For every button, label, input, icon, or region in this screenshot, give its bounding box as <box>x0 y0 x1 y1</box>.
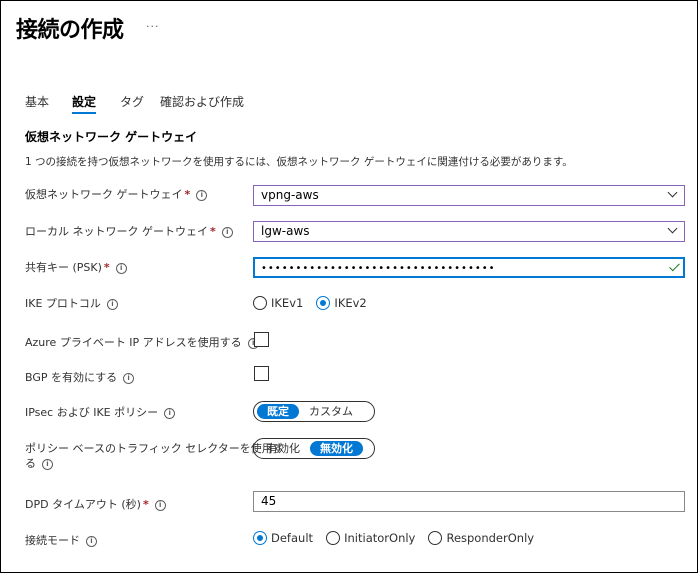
ipsec-policy-toggle: 既定 カスタム <box>253 401 375 422</box>
azure-private-ip-label: Azure プライベート IP アドレスを使用するi <box>25 335 259 350</box>
tab-basics[interactable]: 基本 <box>25 93 49 110</box>
mode-label-text: 接続モード <box>25 534 80 547</box>
mode-default-radio[interactable]: Default <box>253 527 313 546</box>
bgp-checkbox[interactable] <box>254 366 269 381</box>
policy-disable-option[interactable]: 無効化 <box>310 441 363 456</box>
mode-initiator-radio[interactable]: InitiatorOnly <box>326 527 415 546</box>
policy-selector-label-line1: ポリシー ベースのトラフィック セレクターを使用す <box>25 442 284 455</box>
dpd-label: DPD タイムアウト (秒) * i <box>25 497 166 512</box>
radio-circle-selected <box>316 295 331 310</box>
ike-v1-radio[interactable]: IKEv1 <box>253 292 303 311</box>
chevron-down-icon <box>667 223 678 234</box>
info-icon[interactable]: i <box>221 227 233 238</box>
psk-input[interactable]: •••••••••••••••••••••••••••••••••• <box>253 257 685 278</box>
radio-circle-selected <box>253 530 267 545</box>
info-icon[interactable]: i <box>154 500 166 511</box>
required-marker: * <box>184 188 191 201</box>
vng-value: vpng-aws <box>261 188 319 202</box>
info-icon[interactable]: i <box>164 408 176 419</box>
dpd-value: 45 <box>261 494 277 508</box>
mode-radio-group: Default InitiatorOnly ResponderOnly <box>253 527 542 545</box>
info-icon[interactable]: i <box>42 459 53 470</box>
policy-selector-label: ポリシー ベースのトラフィック セレクターを使用する i <box>25 441 284 471</box>
info-icon[interactable]: i <box>123 373 135 384</box>
ipsec-label: IPsec および IKE ポリシー i <box>25 405 176 420</box>
tab-review-create[interactable]: 確認および作成 <box>160 93 244 110</box>
required-marker: * <box>103 261 110 274</box>
required-marker: * <box>142 498 149 511</box>
lng-value: lgw-aws <box>261 224 310 238</box>
section-title: 仮想ネットワーク ゲートウェイ <box>25 130 198 144</box>
azure-private-ip-checkbox[interactable] <box>254 332 269 347</box>
vng-label: 仮想ネットワーク ゲートウェイ * i <box>25 187 208 202</box>
checkmark-icon <box>669 260 680 272</box>
radio-circle <box>428 530 443 545</box>
vng-label-text: 仮想ネットワーク ゲートウェイ <box>25 188 183 201</box>
radio-circle <box>326 530 341 545</box>
mode-default-label: Default <box>271 530 314 545</box>
ipsec-label-text: IPsec および IKE ポリシー <box>25 406 159 419</box>
psk-value: •••••••••••••••••••••••••••••••••• <box>261 263 496 274</box>
ike-v1-label: IKEv1 <box>271 295 304 310</box>
lng-label-text: ローカル ネットワーク ゲートウェイ <box>25 225 208 238</box>
ike-radio-group: IKEv1 IKEv2 <box>253 292 375 310</box>
lng-label: ローカル ネットワーク ゲートウェイ * i <box>25 224 233 239</box>
psk-label-text: 共有キー (PSK) <box>25 261 102 274</box>
dpd-label-text: DPD タイムアウト (秒) <box>25 498 141 511</box>
policy-selector-toggle: 有効化 無効化 <box>253 438 375 459</box>
required-marker: * <box>210 225 216 238</box>
ike-v2-radio[interactable]: IKEv2 <box>316 292 367 311</box>
mode-label: 接続モード i <box>25 533 97 548</box>
mode-responder-radio[interactable]: ResponderOnly <box>428 527 534 546</box>
ike-label-text: IKE プロトコル <box>25 297 101 310</box>
info-icon[interactable]: i <box>106 299 118 310</box>
vng-dropdown[interactable]: vpng-aws <box>253 185 685 206</box>
ipsec-custom-option[interactable]: カスタム <box>299 404 363 419</box>
info-icon[interactable]: i <box>115 263 127 274</box>
tab-settings[interactable]: 設定 <box>72 93 97 114</box>
psk-label: 共有キー (PSK) * i <box>25 260 127 275</box>
info-icon[interactable]: i <box>196 190 208 201</box>
azure-private-ip-label-text: Azure プライベート IP アドレスを使用する <box>25 336 242 349</box>
tab-tags[interactable]: タグ <box>120 93 144 110</box>
window-frame <box>0 0 698 573</box>
dpd-timeout-input[interactable]: 45 <box>253 491 685 512</box>
page-title: 接続の作成 <box>16 18 124 43</box>
chevron-down-icon <box>667 187 678 198</box>
ike-v2-label: IKEv2 <box>334 295 367 310</box>
radio-circle <box>253 295 267 310</box>
bgp-label-text: BGP を有効にする <box>25 371 118 384</box>
policy-enable-option[interactable]: 有効化 <box>257 441 310 456</box>
ike-label: IKE プロトコル i <box>25 296 118 311</box>
mode-initiator-label: InitiatorOnly <box>344 530 416 545</box>
section-description: 1 つの接続を持つ仮想ネットワークを使用するには、仮想ネットワーク ゲートウェイ… <box>25 156 573 168</box>
ipsec-default-option[interactable]: 既定 <box>257 404 299 419</box>
info-icon[interactable]: i <box>86 536 97 547</box>
policy-selector-label-line2: る <box>25 457 36 470</box>
bgp-label: BGP を有効にする i <box>25 370 135 385</box>
more-options-icon[interactable]: ··· <box>146 20 160 33</box>
lng-dropdown[interactable]: lgw-aws <box>253 221 685 242</box>
mode-responder-label: ResponderOnly <box>446 530 535 545</box>
